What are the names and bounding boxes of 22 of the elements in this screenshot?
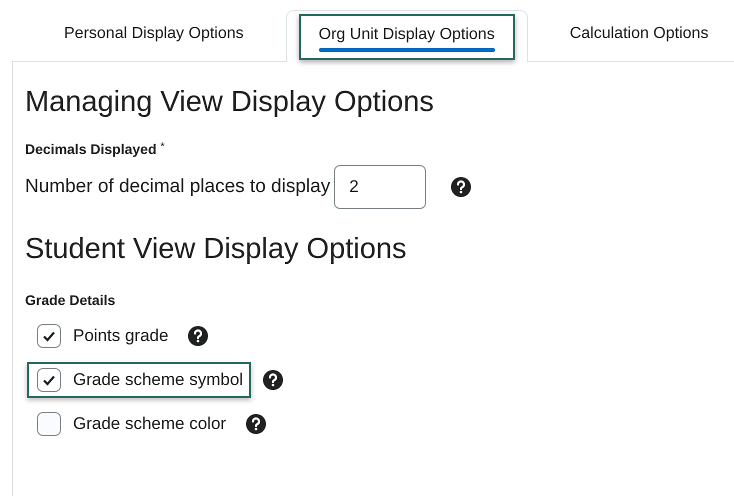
check-icon <box>42 374 56 386</box>
check-icon <box>42 330 56 342</box>
checkbox[interactable] <box>37 412 61 436</box>
help-icon[interactable] <box>188 326 208 346</box>
checkbox[interactable] <box>37 324 61 348</box>
section-heading: Managing View Display Options <box>25 86 435 119</box>
decimals-input[interactable]: 2 <box>334 165 426 209</box>
field-prompt: Number of decimal places to display <box>25 176 330 198</box>
group-label: Grade Details <box>25 292 116 308</box>
field-label: Decimals Displayed * <box>25 141 166 157</box>
checkbox-option[interactable]: Grade scheme color <box>25 406 234 442</box>
checkbox[interactable] <box>37 368 61 392</box>
tab[interactable]: Calculation Options <box>550 13 728 59</box>
help-icon[interactable] <box>451 177 472 197</box>
checkbox-option[interactable]: Grade scheme symbol <box>27 362 252 398</box>
help-icon[interactable] <box>263 370 284 390</box>
section-heading: Student View Display Options <box>25 233 408 266</box>
required-mark: * <box>160 141 165 153</box>
tab[interactable]: Org Unit Display Options <box>298 14 515 60</box>
tab[interactable]: Personal Display Options <box>44 13 264 59</box>
help-icon[interactable] <box>246 414 266 434</box>
checkbox-option[interactable]: Points grade <box>25 318 176 354</box>
